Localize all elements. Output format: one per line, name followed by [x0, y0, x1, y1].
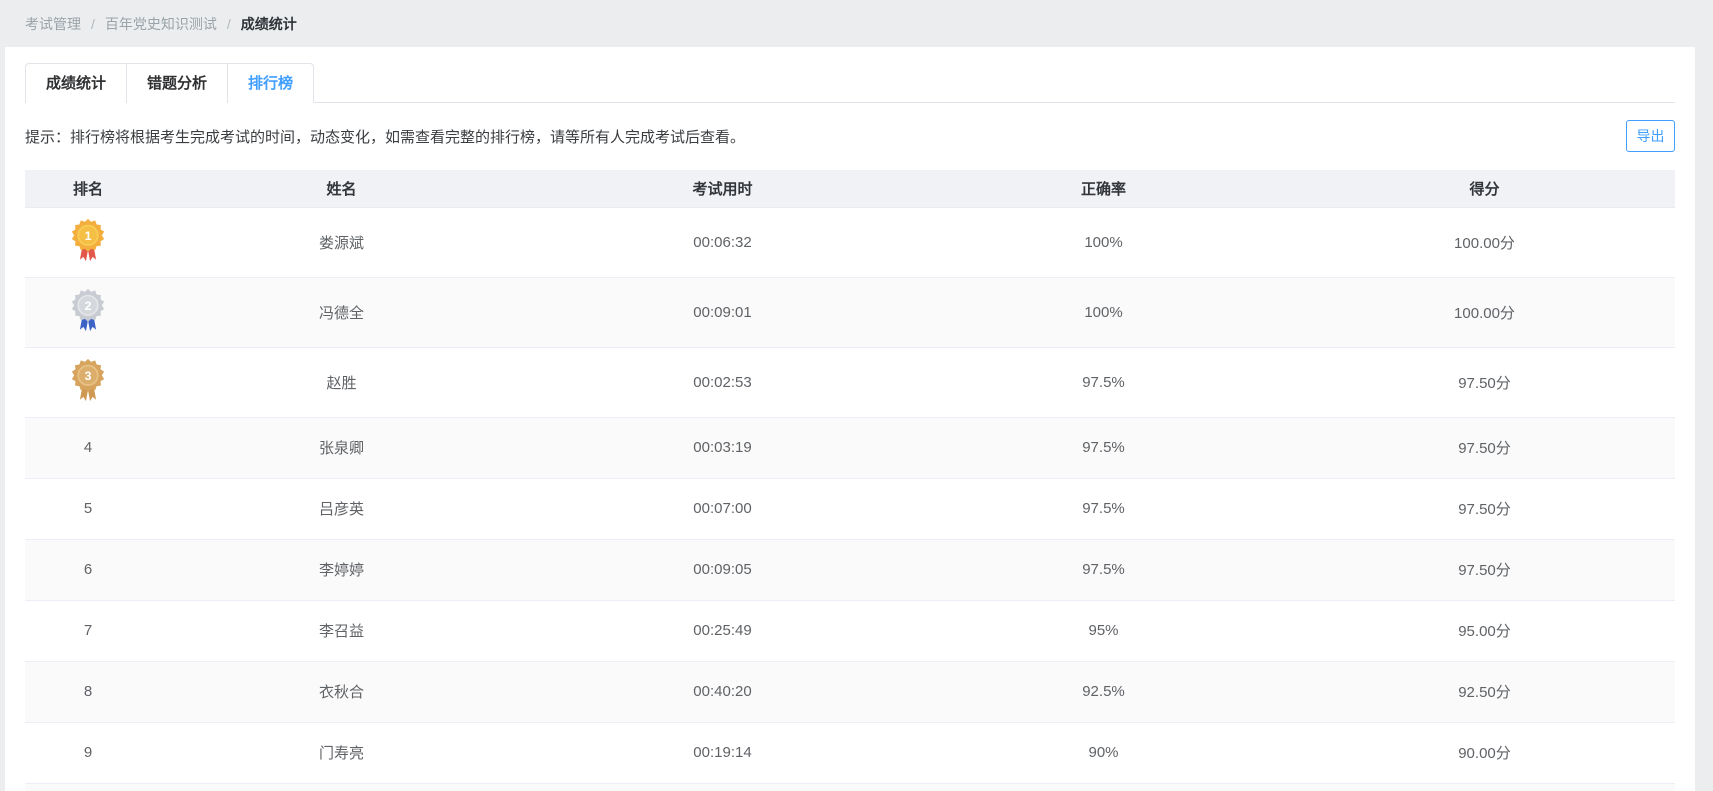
breadcrumb-item-score-statistics: 成绩统计	[241, 14, 297, 34]
svg-text:2: 2	[85, 299, 92, 313]
export-button[interactable]: 导出	[1626, 120, 1675, 152]
name-cell: 张泉卿	[151, 417, 532, 478]
column-header-name: 姓名	[151, 170, 532, 207]
tab-leaderboard[interactable]: 排行榜	[228, 63, 314, 103]
table-row: 2 冯德全 00:09:01 100% 100.00分	[25, 277, 1675, 347]
rank-cell: 2	[25, 277, 151, 347]
breadcrumb-item-exam-management[interactable]: 考试管理	[25, 14, 81, 34]
rank-cell: 3	[25, 347, 151, 417]
table-row: 4 张泉卿 00:03:19 97.5% 97.50分	[25, 417, 1675, 478]
gold-medal-icon: 1	[69, 218, 107, 266]
time-cell: 00:19:14	[532, 722, 913, 783]
silver-medal-icon: 2	[69, 288, 107, 336]
time-cell: 00:07:00	[532, 478, 913, 539]
score-cell: 90.00分	[1294, 722, 1675, 783]
score-cell: 97.50分	[1294, 478, 1675, 539]
table-row: 1 娄源斌 00:06:32 100% 100.00分	[25, 207, 1675, 277]
table-row: 7 李召益 00:25:49 95% 95.00分	[25, 600, 1675, 661]
accuracy-cell: 97.5%	[913, 417, 1294, 478]
table-row: 9 门寿亮 00:19:14 90% 90.00分	[25, 722, 1675, 783]
leaderboard-table: 排名 姓名 考试用时 正确率 得分 1 娄源斌 00:06:32 100% 10…	[25, 170, 1675, 784]
time-cell: 00:40:20	[532, 661, 913, 722]
accuracy-cell: 100%	[913, 207, 1294, 277]
column-header-rank: 排名	[25, 170, 151, 207]
accuracy-cell: 95%	[913, 600, 1294, 661]
column-header-accuracy: 正确率	[913, 170, 1294, 207]
breadcrumb-separator: /	[91, 16, 95, 32]
score-cell: 92.50分	[1294, 661, 1675, 722]
breadcrumb: 考试管理 / 百年党史知识测试 / 成绩统计	[0, 0, 1713, 47]
table-row: 5 吕彦英 00:07:00 97.5% 97.50分	[25, 478, 1675, 539]
accuracy-cell: 97.5%	[913, 478, 1294, 539]
time-cell: 00:09:01	[532, 277, 913, 347]
tab-wrong-question-analysis[interactable]: 错题分析	[127, 63, 228, 103]
name-cell: 李婷婷	[151, 539, 532, 600]
score-cell: 100.00分	[1294, 277, 1675, 347]
name-cell: 娄源斌	[151, 207, 532, 277]
next-row-partial	[25, 784, 1675, 791]
score-cell: 97.50分	[1294, 347, 1675, 417]
table-header-row: 排名 姓名 考试用时 正确率 得分	[25, 170, 1675, 207]
table-row: 6 李婷婷 00:09:05 97.5% 97.50分	[25, 539, 1675, 600]
name-cell: 赵胜	[151, 347, 532, 417]
bronze-medal-icon: 3	[69, 358, 107, 406]
rank-cell: 4	[25, 417, 151, 478]
name-cell: 吕彦英	[151, 478, 532, 539]
rank-cell: 5	[25, 478, 151, 539]
time-cell: 00:25:49	[532, 600, 913, 661]
table-row: 8 衣秋合 00:40:20 92.5% 92.50分	[25, 661, 1675, 722]
breadcrumb-item-exam-name[interactable]: 百年党史知识测试	[105, 14, 217, 34]
score-cell: 97.50分	[1294, 539, 1675, 600]
rank-cell: 1	[25, 207, 151, 277]
svg-text:1: 1	[85, 229, 92, 243]
rank-cell: 9	[25, 722, 151, 783]
time-cell: 00:03:19	[532, 417, 913, 478]
tip-row: 提示：排行榜将根据考生完成考试的时间，动态变化，如需查看完整的排行榜，请等所有人…	[25, 103, 1675, 170]
rank-cell: 7	[25, 600, 151, 661]
accuracy-cell: 97.5%	[913, 347, 1294, 417]
breadcrumb-separator: /	[227, 16, 231, 32]
table-row: 3 赵胜 00:02:53 97.5% 97.50分	[25, 347, 1675, 417]
column-header-score: 得分	[1294, 170, 1675, 207]
name-cell: 衣秋合	[151, 661, 532, 722]
time-cell: 00:06:32	[532, 207, 913, 277]
content-card: 成绩统计 错题分析 排行榜 提示：排行榜将根据考生完成考试的时间，动态变化，如需…	[5, 47, 1695, 791]
score-cell: 97.50分	[1294, 417, 1675, 478]
name-cell: 冯德全	[151, 277, 532, 347]
column-header-exam-duration: 考试用时	[532, 170, 913, 207]
score-cell: 100.00分	[1294, 207, 1675, 277]
tab-score-statistics[interactable]: 成绩统计	[25, 63, 127, 103]
tab-bar: 成绩统计 错题分析 排行榜	[25, 63, 1675, 103]
accuracy-cell: 100%	[913, 277, 1294, 347]
svg-text:3: 3	[85, 369, 92, 383]
score-cell: 95.00分	[1294, 600, 1675, 661]
accuracy-cell: 90%	[913, 722, 1294, 783]
leaderboard-tip-text: 提示：排行榜将根据考生完成考试的时间，动态变化，如需查看完整的排行榜，请等所有人…	[25, 126, 745, 147]
time-cell: 00:09:05	[532, 539, 913, 600]
name-cell: 门寿亮	[151, 722, 532, 783]
time-cell: 00:02:53	[532, 347, 913, 417]
accuracy-cell: 92.5%	[913, 661, 1294, 722]
rank-cell: 6	[25, 539, 151, 600]
rank-cell: 8	[25, 661, 151, 722]
accuracy-cell: 97.5%	[913, 539, 1294, 600]
name-cell: 李召益	[151, 600, 532, 661]
